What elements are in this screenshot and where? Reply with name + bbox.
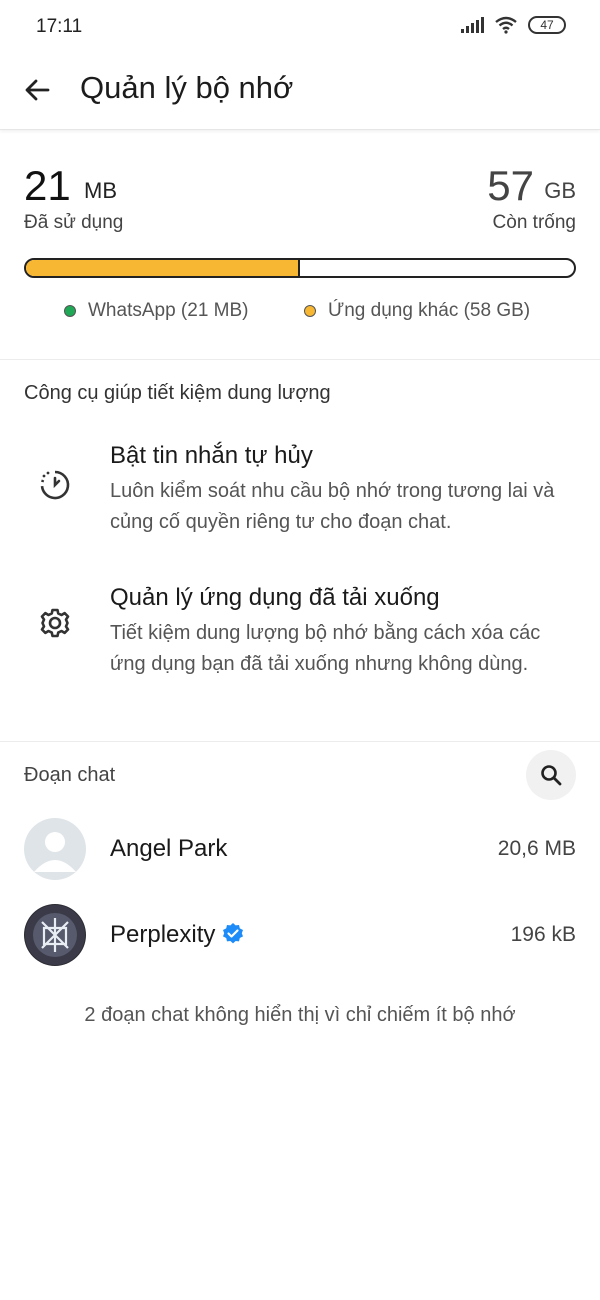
status-time: 17:11 bbox=[36, 16, 83, 37]
legend-other-apps: Ứng dụng khác (58 GB) bbox=[304, 300, 530, 322]
gear-icon bbox=[40, 608, 70, 638]
timer-icon bbox=[40, 470, 70, 500]
legend-dot-whatsapp bbox=[64, 305, 76, 317]
tool-title: Bật tin nhắn tự hủy bbox=[110, 442, 313, 469]
chat-size: 20,6 MB bbox=[497, 837, 576, 860]
search-button[interactable] bbox=[526, 750, 576, 800]
status-bar: 17:11 47 bbox=[0, 0, 600, 56]
tool-description: Tiết kiệm dung lượng bộ nhớ bằng cách xó… bbox=[110, 622, 541, 675]
tool-description: Luôn kiểm soát nhu cầu bộ nhớ trong tươn… bbox=[110, 480, 555, 533]
storage-summary: 21 MB Đã sử dụng 57 GB Còn trống WhatsAp… bbox=[0, 130, 600, 360]
chat-row-angel-park[interactable]: Angel Park 20,6 MB bbox=[0, 818, 600, 888]
free-storage-unit: GB bbox=[544, 178, 576, 203]
tool-title: Quản lý ứng dụng đã tải xuống bbox=[110, 584, 440, 611]
chat-size: 196 kB bbox=[510, 923, 576, 946]
status-icons: 47 bbox=[461, 16, 566, 34]
hidden-chats-note: 2 đoạn chat không hiển thị vì chỉ chiếm … bbox=[84, 1004, 516, 1026]
used-storage-unit: MB bbox=[84, 178, 117, 203]
perplexity-logo-icon bbox=[25, 905, 85, 965]
avatar-perplexity bbox=[24, 904, 86, 966]
avatar-default bbox=[24, 818, 86, 880]
used-storage-label: Đã sử dụng bbox=[24, 212, 124, 233]
free-storage-label: Còn trống bbox=[492, 212, 576, 233]
storage-usage-fill bbox=[26, 260, 300, 276]
default-avatar-icon bbox=[34, 832, 76, 872]
wifi-icon bbox=[495, 16, 517, 34]
legend-label-whatsapp: WhatsApp (21 MB) bbox=[88, 300, 249, 321]
legend-dot-other-apps bbox=[304, 305, 316, 317]
storage-usage-bar bbox=[24, 258, 576, 278]
free-storage-value: 57 bbox=[487, 162, 534, 209]
signal-icon bbox=[461, 17, 484, 33]
tool-manage-downloaded-apps[interactable]: Quản lý ứng dụng đã tải xuống Tiết kiệm … bbox=[0, 584, 600, 714]
legend-label-other-apps: Ứng dụng khác (58 GB) bbox=[328, 300, 531, 321]
chat-name: Perplexity bbox=[110, 921, 216, 948]
back-button[interactable] bbox=[18, 70, 58, 110]
chat-row-perplexity[interactable]: Perplexity 196 kB bbox=[0, 904, 600, 974]
tool-disappearing-messages[interactable]: Bật tin nhắn tự hủy Luôn kiểm soát nhu c… bbox=[0, 442, 600, 542]
section-divider bbox=[0, 741, 600, 742]
search-icon bbox=[541, 765, 562, 786]
verified-badge-icon bbox=[223, 923, 243, 944]
used-storage-value: 21 bbox=[24, 162, 71, 209]
back-arrow-icon bbox=[25, 79, 50, 101]
battery-icon: 47 bbox=[528, 16, 566, 34]
page-title: Quản lý bộ nhớ bbox=[80, 70, 294, 105]
chats-section-title: Đoạn chat bbox=[24, 764, 116, 786]
chat-name: Angel Park bbox=[110, 835, 228, 862]
app-bar: Quản lý bộ nhớ bbox=[0, 56, 600, 130]
legend-whatsapp: WhatsApp (21 MB) bbox=[64, 300, 249, 322]
tools-section-title: Công cụ giúp tiết kiệm dung lượng bbox=[24, 382, 331, 404]
